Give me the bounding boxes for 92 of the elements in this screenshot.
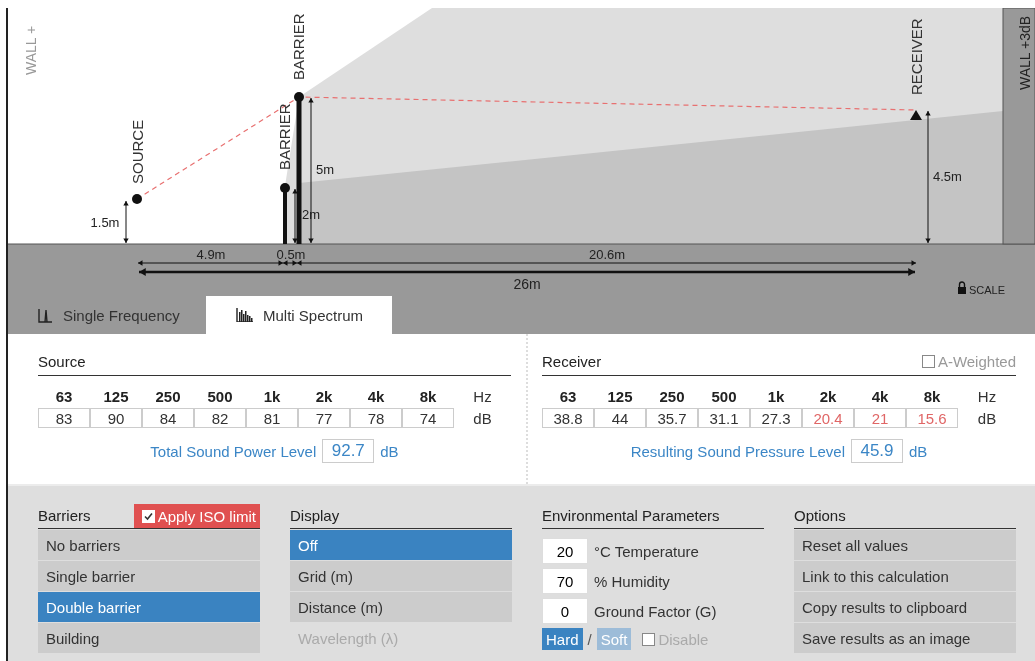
unit-label: Hz	[472, 387, 493, 407]
list-item[interactable]: Single barrier	[38, 561, 260, 591]
barrier-label: BARRIER	[276, 103, 293, 170]
frequency-label: 63	[54, 387, 74, 407]
dimension-label: 26m	[513, 276, 541, 292]
field-label: % Humidity	[594, 572, 670, 590]
total-label: Total Sound Power Level	[150, 442, 317, 460]
unit-label: Hz	[976, 387, 998, 407]
level-field[interactable]: 35.7	[646, 408, 698, 428]
barrier-label: BARRIER	[290, 13, 307, 80]
dimension-label: 0.5m	[276, 247, 306, 262]
frequency-label: 63	[558, 387, 578, 407]
unit-label: dB	[472, 409, 493, 429]
level-field[interactable]: 27.3	[750, 408, 802, 428]
dimension-label: 4.9m	[196, 247, 226, 262]
dimension-label: 4.5m	[933, 169, 962, 184]
lock-icon	[958, 281, 966, 294]
level-field[interactable]: 90	[90, 408, 142, 428]
frequency-label: 2k	[818, 387, 838, 407]
list-item[interactable]: No barriers	[38, 530, 260, 560]
input-field[interactable]: 70	[542, 568, 588, 594]
spectrum-bars-icon	[236, 308, 253, 322]
field-label: °C Temperature	[594, 542, 699, 560]
list-item[interactable]: Double barrier	[38, 592, 260, 622]
panel-title: Options	[794, 507, 846, 526]
frequency-label: 500	[710, 387, 738, 407]
level-field[interactable]: 77	[298, 408, 350, 428]
checkbox[interactable]	[921, 355, 935, 368]
frequency-label: 8k	[418, 387, 438, 407]
field-label: Ground Factor (G)	[594, 602, 717, 620]
total-field[interactable]: 45.9	[850, 439, 903, 463]
dimension-arrow	[292, 188, 298, 244]
frequency-label: 250	[658, 387, 686, 407]
dimension-arrow	[123, 200, 129, 244]
receiver-label: RECEIVER	[908, 18, 925, 95]
iso-limit-toggle[interactable]: Apply ISO limit	[133, 504, 260, 528]
single-peak-icon	[38, 307, 53, 323]
frequency-label: 1k	[262, 387, 282, 407]
input-field[interactable]: 20	[542, 538, 588, 564]
wall-label: WALL +	[23, 25, 39, 75]
frequency-label: 4k	[870, 387, 890, 407]
checkbox-label: A-Weighted	[937, 353, 1016, 370]
total-label: Resulting Sound Pressure Level	[630, 442, 845, 460]
frequency-label: 500	[206, 387, 234, 407]
option-item[interactable]: Copy results to clipboard	[794, 592, 1016, 622]
section-heading: Source	[38, 353, 86, 370]
option-item[interactable]: Save results as an image	[794, 623, 1016, 653]
frequency-label: 125	[606, 387, 634, 407]
dimension-label: 5m	[316, 162, 335, 177]
level-field[interactable]: 74	[402, 408, 454, 428]
wall-label: WALL +3dB	[1017, 15, 1033, 90]
scale-label[interactable]: SCALE	[969, 284, 1006, 296]
frequency-label: 4k	[366, 387, 386, 407]
frequency-label: 250	[154, 387, 182, 407]
level-field[interactable]: 84	[142, 408, 194, 428]
section-heading: Receiver	[542, 353, 602, 370]
barrier-post	[280, 183, 290, 244]
frequency-label: 125	[102, 387, 130, 407]
ground-toggle[interactable]: Hard	[542, 628, 583, 650]
receiver-marker	[910, 110, 922, 120]
level-field[interactable]: 38.8	[542, 408, 594, 428]
panel-title: Barriers	[38, 507, 91, 526]
checkbox[interactable]	[642, 632, 656, 646]
option-item[interactable]: Reset all values	[794, 530, 1016, 560]
dimension-label: 2m	[302, 207, 321, 222]
input-field[interactable]: 0	[542, 598, 588, 624]
separator-label: /	[587, 630, 592, 648]
level-field[interactable]: 31.1	[698, 408, 750, 428]
panel-title: Environmental Parameters	[542, 507, 720, 526]
unit-label: dB	[976, 409, 998, 429]
level-field[interactable]: 78	[350, 408, 402, 428]
source-label: SOURCE	[129, 119, 146, 184]
tab[interactable]: Multi Spectrum	[206, 296, 392, 334]
total-field[interactable]: 92.7	[322, 439, 375, 463]
level-field[interactable]: 81	[246, 408, 298, 428]
list-item[interactable]: Distance (m)	[290, 592, 512, 622]
level-field[interactable]: 83	[38, 408, 90, 428]
unit-label: dB	[908, 442, 928, 460]
option-item[interactable]: Link to this calculation	[794, 561, 1016, 591]
dimension-label: 1.5m	[90, 215, 120, 230]
frequency-label: 1k	[766, 387, 786, 407]
frequency-label: 2k	[314, 387, 334, 407]
list-item[interactable]: Building	[38, 623, 260, 653]
frequency-label: 8k	[922, 387, 942, 407]
source-dot	[132, 194, 142, 204]
list-item[interactable]: Off	[290, 530, 512, 560]
dimension-label: 20.6m	[588, 247, 626, 262]
panel-title: Display	[290, 507, 340, 526]
level-field[interactable]: 44	[594, 408, 646, 428]
level-field[interactable]: 82	[194, 408, 246, 428]
list-item[interactable]: Grid (m)	[290, 561, 512, 591]
unit-label: dB	[380, 442, 399, 460]
